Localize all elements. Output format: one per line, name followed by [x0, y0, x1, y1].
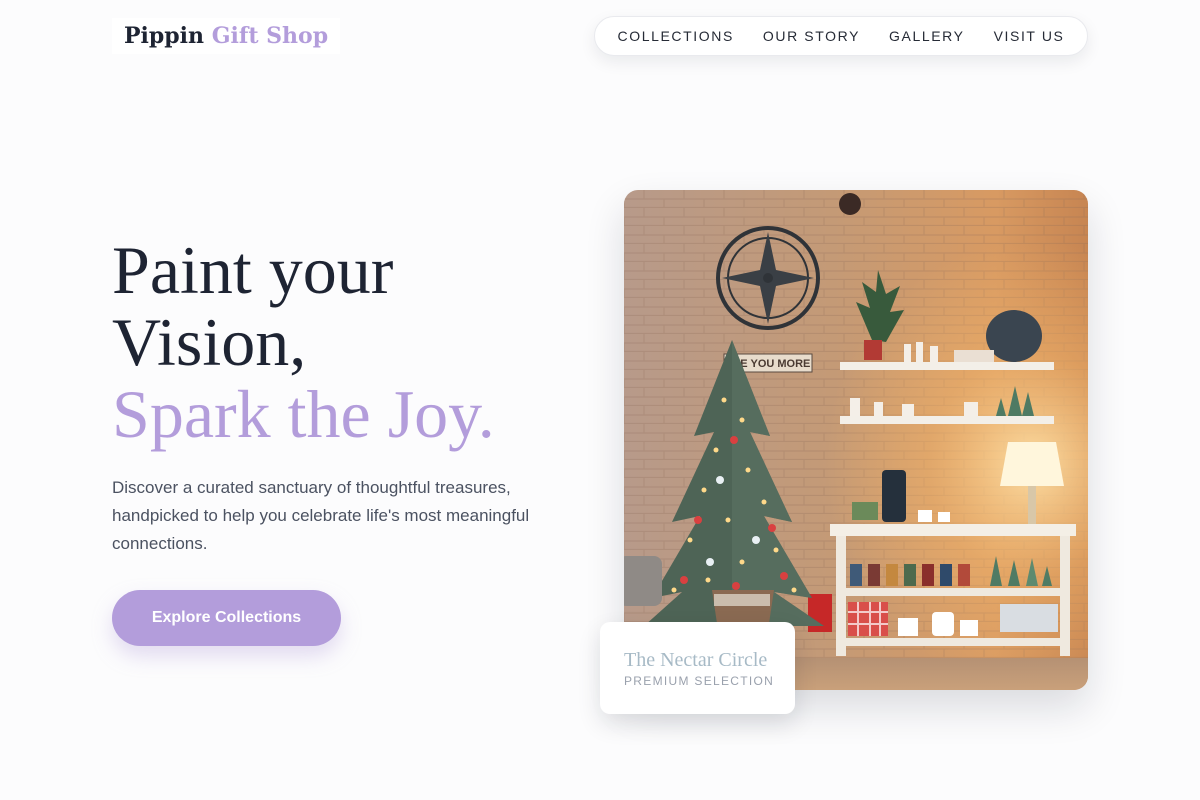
nav-link-collections[interactable]: COLLECTIONS	[618, 28, 734, 44]
brand-accent: Gift Shop	[211, 23, 329, 49]
ceiling-lamp-icon	[839, 193, 861, 215]
explore-collections-button[interactable]: Explore Collections	[112, 590, 341, 646]
brand-name: Pippin	[124, 23, 205, 49]
hero-title-line-3: Spark the Joy.	[112, 376, 495, 452]
wall-shelf-upper	[840, 362, 1054, 370]
hero-photo: SEE YOU MORE	[624, 190, 1088, 690]
hero-description: Discover a curated sanctuary of thoughtf…	[112, 478, 530, 553]
brand-logo[interactable]: Pippin Gift Shop	[112, 18, 341, 54]
nav-link-our-story[interactable]: OUR STORY	[763, 28, 860, 44]
nav-link-gallery[interactable]: GALLERY	[889, 28, 965, 44]
featured-collection-title: The Nectar Circle	[624, 649, 768, 671]
wall-compass-decor	[716, 226, 820, 330]
featured-collection-subtitle: PREMIUM SELECTION	[624, 674, 775, 688]
coffee-bar-table	[830, 524, 1076, 536]
featured-collection-card[interactable]: The Nectar Circle PREMIUM SELECTION	[600, 622, 795, 714]
hero-title-line-1: Paint your	[112, 232, 394, 308]
hero-title-line-2: Vision,	[112, 304, 307, 380]
main-nav: COLLECTIONS OUR STORY GALLERY VISIT US	[594, 16, 1088, 56]
table-lamp-shade	[1000, 442, 1064, 486]
coffee-dispenser	[882, 470, 906, 522]
gingham-box	[848, 602, 888, 636]
wall-shelf-lower	[840, 416, 1054, 424]
hero-title: Paint your Vision, Spark the Joy.	[112, 234, 572, 450]
shop-interior-image: SEE YOU MORE	[624, 190, 1088, 690]
nav-link-visit-us[interactable]: VISIT US	[994, 28, 1065, 44]
